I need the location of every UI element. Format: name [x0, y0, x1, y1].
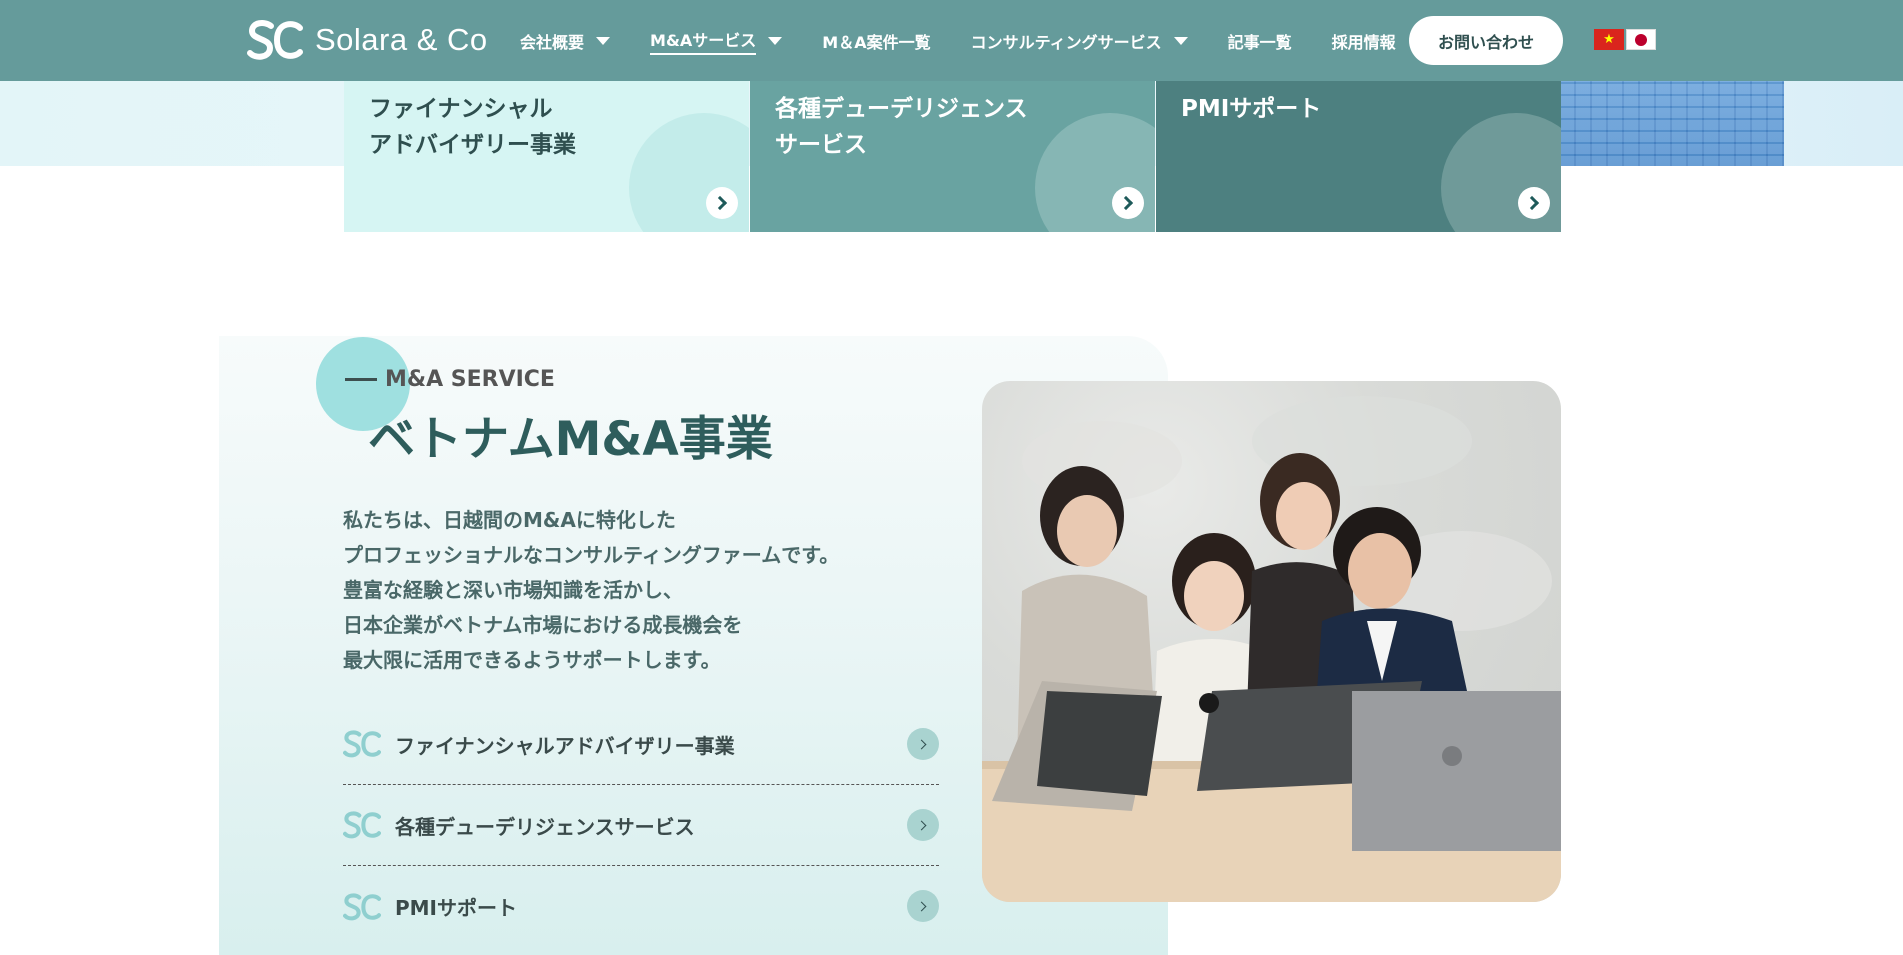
dash-divider: [345, 378, 377, 381]
nav-company-label: 会社概要: [520, 32, 585, 52]
nav-articles[interactable]: 記事一覧: [1228, 29, 1292, 53]
nav-ma-deals[interactable]: M＆A案件一覧: [822, 29, 930, 53]
site-logo[interactable]: Solara & Co: [247, 18, 488, 62]
nav-recruit[interactable]: 採用情報: [1332, 29, 1396, 53]
chevron-down-icon: [596, 36, 611, 45]
service-card-pmi-support[interactable]: PMIサポート: [1156, 81, 1561, 232]
section-description: 私たちは、日越間のM&Aに特化した プロフェッショナルなコンサルティングファーム…: [343, 503, 903, 678]
card-title-line2: サービス: [775, 132, 867, 158]
chevron-down-icon: [1173, 36, 1188, 45]
service-card-financial-advisory[interactable]: ファイナンシャル アドバイザリー事業: [344, 81, 749, 232]
nav-company[interactable]: 会社概要: [520, 29, 611, 53]
nav-ma-deals-label: M＆A案件一覧: [822, 32, 931, 52]
description-line: プロフェッショナルなコンサルティングファームです。: [343, 543, 840, 567]
japan-flag-icon[interactable]: [1626, 29, 1656, 50]
sc-logo-icon: [343, 892, 381, 920]
card-title-line1: 各種デューデリジェンス: [775, 96, 1028, 122]
card-title-line1: ファイナンシャル: [369, 96, 553, 122]
sc-logo-icon: [343, 730, 381, 758]
card-title-line1: PMIサポート: [1181, 96, 1322, 122]
service-link-pmi-support[interactable]: PMIサポート: [343, 866, 939, 947]
nav-articles-label: 記事一覧: [1227, 32, 1292, 52]
sc-logo-icon: [343, 811, 381, 839]
chevron-right-icon[interactable]: [907, 809, 939, 841]
card-title-line2: アドバイザリー事業: [369, 132, 576, 158]
main-nav: 会社概要 M&Aサービス M＆A案件一覧 コンサルティングサービス 記事一覧 採…: [520, 0, 1436, 81]
description-line: 最大限に活用できるようサポートします。: [343, 648, 721, 672]
service-link-label: PMIサポート: [395, 896, 518, 920]
service-link-label: ファイナンシャルアドバイザリー事業: [395, 733, 735, 758]
chevron-right-icon[interactable]: [907, 890, 939, 922]
chevron-down-icon: [768, 36, 783, 45]
card-title: PMIサポート: [1181, 91, 1321, 127]
nav-ma-services-label: M&Aサービス: [650, 27, 757, 55]
section-title: ベトナムM&A事業: [368, 412, 773, 467]
service-card-due-diligence[interactable]: 各種デューデリジェンス サービス: [750, 81, 1155, 232]
description-line: 日本企業がベトナム市場における成長機会を: [343, 613, 743, 637]
description-line: 私たちは、日越間のM&Aに特化した: [343, 508, 676, 532]
chevron-right-icon[interactable]: [706, 187, 738, 219]
chevron-right-icon[interactable]: [1518, 187, 1550, 219]
service-link-list: ファイナンシャルアドバイザリー事業 各種デューデリジェンスサービス PMIサポー…: [343, 704, 939, 947]
team-photo-illustration: [982, 396, 1561, 902]
logo-text: Solara & Co: [315, 22, 488, 57]
nav-ma-services[interactable]: M&Aサービス: [650, 27, 783, 55]
contact-button[interactable]: お問い合わせ: [1409, 16, 1563, 65]
site-header: Solara & Co 会社概要 M&Aサービス M＆A案件一覧 コンサルティン…: [0, 0, 1903, 81]
chevron-right-icon[interactable]: [1112, 187, 1144, 219]
service-link-financial-advisory[interactable]: ファイナンシャルアドバイザリー事業: [343, 704, 939, 785]
flag-sun-icon: [1635, 33, 1647, 46]
eyebrow-text: M&A SERVICE: [385, 367, 555, 392]
card-title: ファイナンシャル アドバイザリー事業: [369, 91, 576, 163]
building-image: [1560, 81, 1784, 166]
service-link-due-diligence[interactable]: 各種デューデリジェンスサービス: [343, 785, 939, 866]
section-eyebrow: M&A SERVICE: [345, 367, 555, 392]
nav-recruit-label: 採用情報: [1331, 32, 1396, 52]
team-photo: [982, 381, 1561, 902]
chevron-right-icon[interactable]: [907, 728, 939, 760]
nav-consulting-label: コンサルティングサービス: [970, 32, 1162, 52]
flag-star-icon: ★: [1603, 32, 1615, 47]
service-link-label: 各種デューデリジェンスサービス: [395, 814, 695, 839]
nav-consulting[interactable]: コンサルティングサービス: [971, 29, 1188, 53]
vietnam-flag-icon[interactable]: ★: [1594, 29, 1624, 50]
description-line: 豊富な経験と深い市場知識を活かし、: [343, 578, 683, 602]
sc-logo-icon: [247, 20, 303, 60]
card-title: 各種デューデリジェンス サービス: [775, 91, 1028, 163]
